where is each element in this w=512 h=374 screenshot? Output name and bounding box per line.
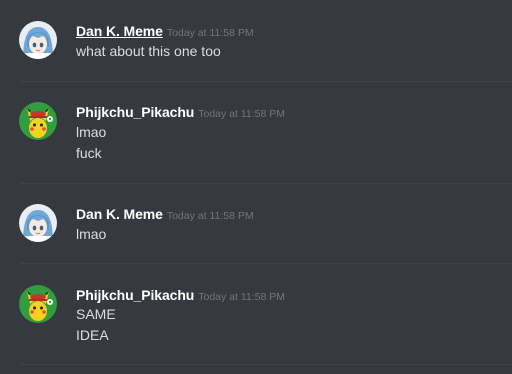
anime-girl-avatar-icon[interactable] xyxy=(19,21,57,59)
message-divider xyxy=(20,81,512,82)
timestamp: Today at 11:58 PM xyxy=(198,108,286,120)
message-divider xyxy=(20,364,512,365)
message-text: fuck xyxy=(76,145,102,161)
username[interactable]: Phijkchu_Pikachu xyxy=(76,287,194,303)
username[interactable]: Phijkchu_Pikachu xyxy=(76,104,194,120)
pikachu-avatar-icon[interactable] xyxy=(19,285,57,323)
message-text: lmao xyxy=(76,226,107,242)
pikachu-avatar-icon[interactable] xyxy=(19,102,57,140)
message-text: what about this one too xyxy=(76,43,221,59)
timestamp: Today at 11:58 PM xyxy=(166,27,254,39)
chat-message-list: Dan K. Meme Today at 11:58 PM what about … xyxy=(0,0,512,374)
message-header: Dan K. Meme Today at 11:58 PM xyxy=(76,204,254,224)
message-text: lmao xyxy=(76,124,107,140)
message-divider xyxy=(20,183,512,184)
message-text: SAME xyxy=(76,306,116,322)
message-header: Dan K. Meme Today at 11:58 PM xyxy=(76,21,254,41)
message-divider xyxy=(20,263,512,264)
anime-girl-avatar-icon[interactable] xyxy=(19,204,57,242)
message-text: IDEA xyxy=(76,327,109,343)
message-header: Phijkchu_Pikachu Today at 11:58 PM xyxy=(76,102,285,122)
username[interactable]: Dan K. Meme xyxy=(76,206,163,222)
timestamp: Today at 11:58 PM xyxy=(166,210,254,222)
message-header: Phijkchu_Pikachu Today at 11:58 PM xyxy=(76,285,285,305)
username[interactable]: Dan K. Meme xyxy=(76,23,163,39)
timestamp: Today at 11:58 PM xyxy=(198,291,286,303)
